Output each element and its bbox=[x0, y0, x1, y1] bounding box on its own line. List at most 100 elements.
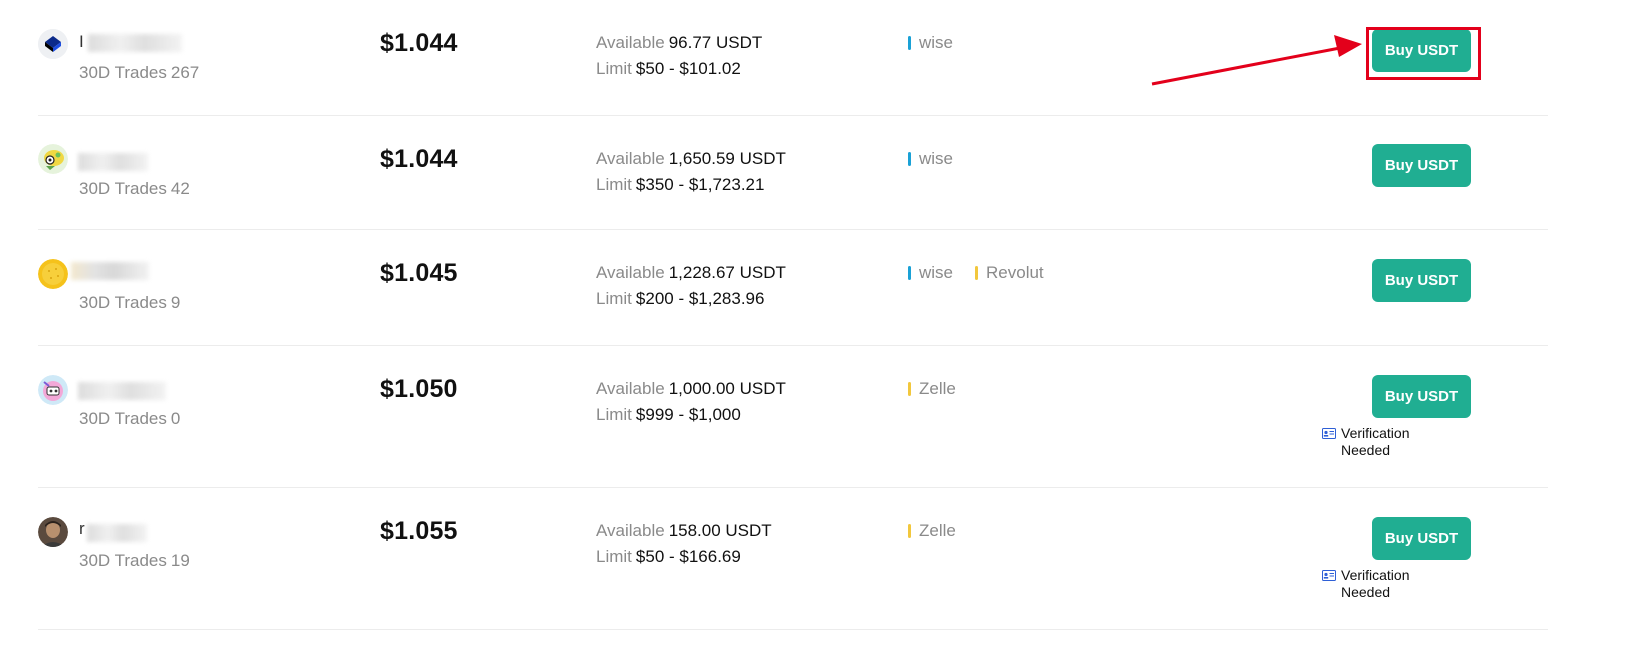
method-color-bar bbox=[908, 152, 911, 166]
offer-row: r 30D Trades 19 $1.055 Available 158.00 US… bbox=[38, 487, 1548, 630]
verification-text: Verification Needed bbox=[1341, 567, 1410, 600]
method-name: Zelle bbox=[919, 379, 956, 398]
limit-label: Limit bbox=[596, 59, 632, 78]
payment-method-zelle: Zelle bbox=[908, 379, 956, 399]
trades-count: 19 bbox=[170, 551, 190, 570]
limit-label: Limit bbox=[596, 547, 632, 566]
trades-count: 267 bbox=[170, 63, 200, 82]
verification-needed[interactable]: Verification Needed bbox=[1322, 425, 1431, 459]
buy-usdt-button[interactable]: Buy USDT bbox=[1372, 259, 1471, 302]
available-value: 1,650.59 USDT bbox=[668, 149, 786, 168]
buy-usdt-button[interactable]: Buy USDT bbox=[1372, 144, 1471, 187]
method-color-bar bbox=[975, 266, 979, 280]
offer-row: I 30D Trades 267 $1.044 Available 96.77 US… bbox=[38, 0, 1548, 116]
trades-count: 9 bbox=[170, 293, 181, 312]
p2p-offer-list: I 30D Trades 267 $1.044 Available 96.77 US… bbox=[0, 0, 1640, 665]
method-name: Zelle bbox=[919, 521, 956, 540]
offer-row: 30D Trades 42 $1.044 Available 1,650.59 US… bbox=[38, 115, 1548, 230]
photo-avatar bbox=[38, 517, 68, 547]
trades-30d: 30D Trades 42 bbox=[79, 179, 190, 199]
offer-price: $1.044 bbox=[380, 145, 458, 173]
id-card-icon bbox=[1322, 570, 1336, 581]
merchant-avatar[interactable] bbox=[38, 144, 68, 174]
merchant-name-blurred bbox=[71, 262, 149, 280]
limit-value: $200 - $1,283.96 bbox=[635, 289, 765, 308]
trades-label: 30D Trades bbox=[79, 409, 167, 428]
available-label: Available bbox=[596, 263, 665, 282]
verification-text: Verification Needed bbox=[1341, 425, 1410, 458]
trades-30d: 30D Trades 0 bbox=[79, 409, 180, 429]
available-value: 96.77 USDT bbox=[668, 33, 763, 52]
verification-needed[interactable]: Verification Needed bbox=[1322, 567, 1431, 601]
limit-value: $350 - $1,723.21 bbox=[635, 175, 765, 194]
merchant-name-initial[interactable]: I bbox=[79, 32, 84, 52]
merchant-name-initial[interactable]: r bbox=[79, 519, 85, 539]
merchant-name-blurred bbox=[87, 524, 147, 542]
payment-methods: wise bbox=[908, 149, 953, 169]
offer-price: $1.055 bbox=[380, 517, 458, 545]
trades-count: 0 bbox=[170, 409, 181, 428]
available-label: Available bbox=[596, 379, 665, 398]
merchant-avatar[interactable] bbox=[38, 517, 68, 547]
available-value: 1,000.00 USDT bbox=[668, 379, 786, 398]
method-color-bar bbox=[908, 382, 911, 396]
order-limit: Limit $350 - $1,723.21 bbox=[596, 175, 764, 195]
binance-cube-avatar bbox=[38, 29, 68, 59]
available-amount: Available 158.00 USDT bbox=[596, 521, 772, 541]
method-name: wise bbox=[919, 263, 954, 282]
yellow-coin-avatar bbox=[38, 259, 68, 289]
payment-methods: Zelle bbox=[908, 379, 956, 399]
method-color-bar bbox=[908, 36, 911, 50]
trades-label: 30D Trades bbox=[79, 179, 167, 198]
limit-value: $50 - $101.02 bbox=[635, 59, 741, 78]
available-label: Available bbox=[596, 521, 665, 540]
payment-method-wise: wise bbox=[908, 263, 953, 283]
available-label: Available bbox=[596, 33, 665, 52]
order-limit: Limit $200 - $1,283.96 bbox=[596, 289, 764, 309]
payment-methods: Zelle bbox=[908, 521, 956, 541]
payment-methods: wise Revolut bbox=[908, 263, 1044, 283]
offer-price: $1.045 bbox=[380, 259, 458, 287]
merchant-avatar[interactable] bbox=[38, 259, 68, 289]
trades-count: 42 bbox=[170, 179, 190, 198]
limit-value: $50 - $166.69 bbox=[635, 547, 741, 566]
offer-row: 30D Trades 0 $1.050 Available 1,000.00 USD… bbox=[38, 345, 1548, 488]
order-limit: Limit $999 - $1,000 bbox=[596, 405, 741, 425]
payment-method-zelle: Zelle bbox=[908, 521, 956, 541]
merchant-avatar[interactable] bbox=[38, 29, 68, 59]
buy-usdt-button[interactable]: Buy USDT bbox=[1372, 517, 1471, 560]
payment-method-wise: wise bbox=[908, 33, 953, 53]
limit-label: Limit bbox=[596, 175, 632, 194]
limit-label: Limit bbox=[596, 405, 632, 424]
trades-label: 30D Trades bbox=[79, 293, 167, 312]
offer-price: $1.050 bbox=[380, 375, 458, 403]
payment-method-wise: wise bbox=[908, 149, 953, 169]
id-card-icon bbox=[1322, 428, 1336, 439]
trades-30d: 30D Trades 9 bbox=[79, 293, 180, 313]
available-value: 1,228.67 USDT bbox=[668, 263, 786, 282]
method-name: wise bbox=[919, 149, 954, 168]
cartoon-avatar bbox=[38, 144, 68, 174]
merchant-name-blurred bbox=[78, 153, 148, 171]
merchant-name-blurred bbox=[78, 382, 166, 400]
trades-30d: 30D Trades 267 bbox=[79, 63, 199, 83]
method-color-bar bbox=[908, 266, 911, 280]
trades-label: 30D Trades bbox=[79, 63, 167, 82]
merchant-avatar[interactable] bbox=[38, 375, 68, 405]
offer-price: $1.044 bbox=[380, 29, 458, 57]
method-name: wise bbox=[919, 33, 954, 52]
cartoon-avatar bbox=[38, 375, 68, 405]
available-value: 158.00 USDT bbox=[668, 521, 772, 540]
buy-usdt-button[interactable]: Buy USDT bbox=[1372, 375, 1471, 418]
payment-methods: wise bbox=[908, 33, 953, 53]
buy-usdt-button[interactable]: Buy USDT bbox=[1372, 29, 1471, 72]
trades-label: 30D Trades bbox=[79, 551, 167, 570]
offer-row: 30D Trades 9 $1.045 Available 1,228.67 USD… bbox=[38, 229, 1548, 346]
trades-30d: 30D Trades 19 bbox=[79, 551, 190, 571]
method-name: Revolut bbox=[986, 263, 1044, 282]
limit-value: $999 - $1,000 bbox=[635, 405, 741, 424]
available-amount: Available 1,000.00 USDT bbox=[596, 379, 786, 399]
order-limit: Limit $50 - $166.69 bbox=[596, 547, 741, 567]
limit-label: Limit bbox=[596, 289, 632, 308]
method-color-bar bbox=[908, 524, 911, 538]
